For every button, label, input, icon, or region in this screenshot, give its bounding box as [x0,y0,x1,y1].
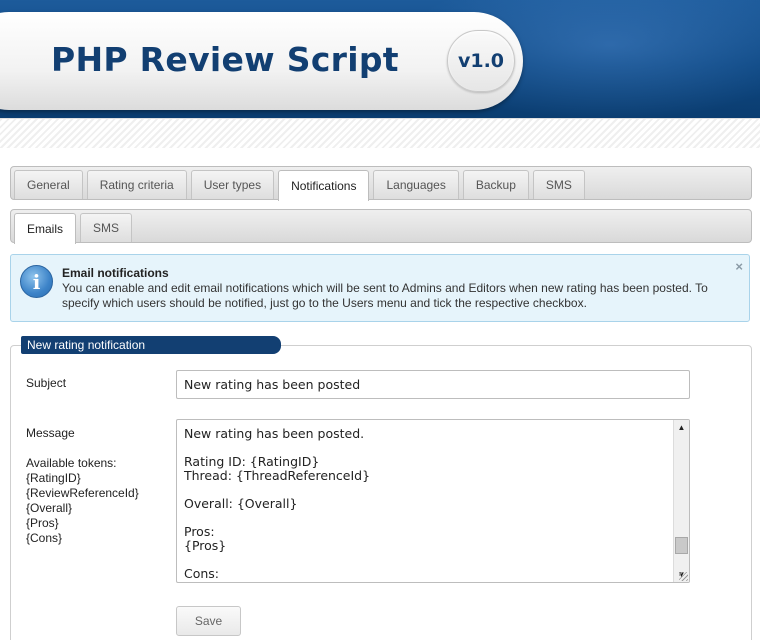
subtab-sms[interactable]: SMS [80,213,133,242]
tab-general[interactable]: General [14,170,83,199]
token-item: {Overall} [26,501,73,515]
token-item: {RatingID} [26,471,81,485]
info-icon: i [20,265,53,298]
info-text: You can enable and edit email notificati… [62,281,708,310]
tab-backup[interactable]: Backup [462,170,529,199]
tab-user-types[interactable]: User types [190,170,275,199]
app-title: PHP Review Script [51,40,399,79]
info-notice: i Email notifications You can enable and… [10,254,750,322]
tab-notifications[interactable]: Notifications [278,170,370,201]
app-header: PHP Review Script v1.0 [0,0,760,118]
token-item: {ReviewReferenceId} [26,486,139,500]
message-label: Message [26,426,75,440]
message-scrollbar[interactable]: ▲ ▼ [673,420,689,582]
scroll-thumb[interactable] [675,537,688,554]
subject-input[interactable] [176,370,690,399]
subject-label: Subject [26,376,67,390]
version-badge: v1.0 [447,30,515,92]
scroll-up-arrow-icon[interactable]: ▲ [674,420,689,435]
message-text[interactable]: New rating has been posted. Rating ID: {… [184,427,669,581]
save-button[interactable]: Save [176,606,241,636]
sub-tab-bar: Emails SMS [10,209,752,244]
main-tab-bar: General Rating criteria User types Notif… [10,166,752,201]
resize-grip-icon[interactable] [679,572,688,581]
tab-languages[interactable]: Languages [373,170,459,199]
subtab-emails[interactable]: Emails [14,213,77,244]
tab-rating-criteria[interactable]: Rating criteria [86,170,187,199]
tokens-label: Available tokens: [26,456,117,470]
message-textarea[interactable]: New rating has been posted. Rating ID: {… [176,419,690,583]
tab-sms[interactable]: SMS [532,170,585,199]
fieldset-legend: New rating notification [21,336,281,354]
info-title: Email notifications [62,266,169,280]
available-tokens: Available tokens: {RatingID} {ReviewRefe… [26,456,139,546]
close-icon[interactable]: × [735,259,743,274]
token-item: {Cons} [26,531,63,545]
header-stripe-divider [0,118,760,148]
token-item: {Pros} [26,516,59,530]
